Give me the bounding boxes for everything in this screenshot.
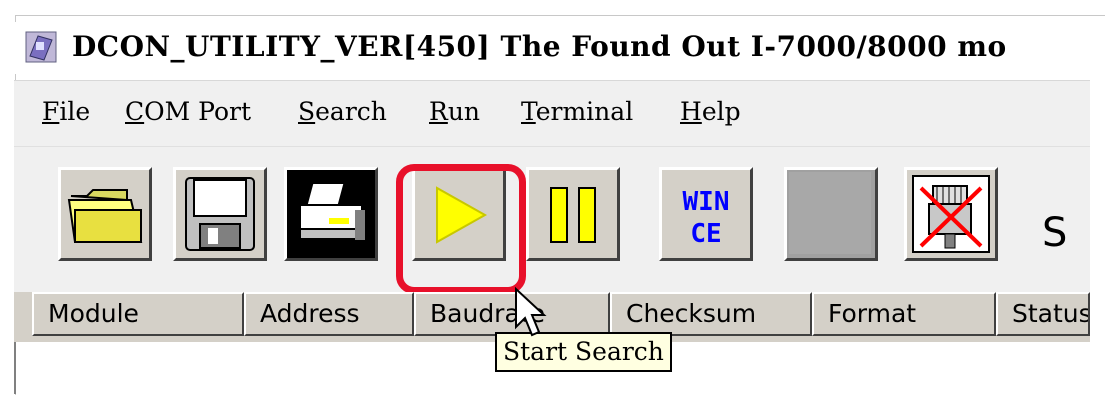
column-module[interactable]: Module — [32, 292, 244, 336]
menu-bar: File COM Port Search Run Terminal Help — [14, 80, 1090, 147]
column-status[interactable]: Status — [996, 292, 1090, 336]
wince-top-text: WIN — [683, 187, 730, 217]
blank-button[interactable] — [784, 167, 878, 261]
pause-icon — [550, 187, 596, 243]
column-format[interactable]: Format — [812, 292, 996, 336]
menu-com-port[interactable]: COM Port — [125, 97, 251, 126]
column-address[interactable]: Address — [244, 292, 414, 336]
window-title: DCON_UTILITY_VER[450] The Found Out I-70… — [72, 30, 1007, 63]
folder-icon — [67, 189, 143, 243]
menu-terminal[interactable]: Terminal — [521, 97, 633, 126]
menu-run-label: un — [447, 97, 481, 126]
menu-file-mnemonic: F — [42, 97, 60, 126]
floppy-disk-icon — [185, 177, 255, 251]
menu-search-mnemonic: S — [298, 97, 316, 126]
menu-file-label: ile — [59, 97, 91, 126]
menu-help-label: elp — [701, 97, 741, 126]
toolbar: WIN CE — [14, 146, 1090, 293]
disconnect-button[interactable] — [904, 167, 998, 261]
menu-com-port-label: OM Port — [144, 97, 252, 126]
menu-run[interactable]: Run — [429, 97, 480, 126]
print-button[interactable] — [284, 167, 378, 261]
title-bar: DCON_UTILITY_VER[450] The Found Out I-70… — [14, 22, 1090, 74]
menu-terminal-label: erminal — [535, 97, 634, 126]
menu-com-port-mnemonic: C — [125, 97, 145, 126]
disconnect-icon — [912, 175, 990, 253]
save-button[interactable] — [173, 167, 267, 261]
menu-help-mnemonic: H — [680, 97, 702, 126]
menu-help[interactable]: Help — [680, 97, 741, 126]
printer-icon — [287, 170, 375, 258]
menu-run-mnemonic: R — [429, 97, 448, 126]
wince-icon: WIN CE — [683, 187, 730, 249]
menu-terminal-mnemonic: T — [521, 97, 536, 126]
menu-search-label: earch — [315, 97, 387, 126]
pause-search-button[interactable] — [526, 167, 620, 261]
wince-button[interactable]: WIN CE — [659, 167, 753, 261]
menu-search[interactable]: Search — [298, 97, 387, 126]
mouse-cursor-icon — [515, 286, 547, 337]
toolbar-trailing-text: S — [1042, 210, 1068, 256]
column-checksum[interactable]: Checksum — [610, 292, 812, 336]
start-search-highlight — [396, 164, 526, 294]
menu-file[interactable]: File — [42, 97, 90, 126]
blank-icon — [789, 172, 871, 254]
app-icon — [25, 31, 57, 63]
open-folder-button[interactable] — [58, 167, 152, 261]
wince-bottom-text: CE — [690, 219, 721, 249]
